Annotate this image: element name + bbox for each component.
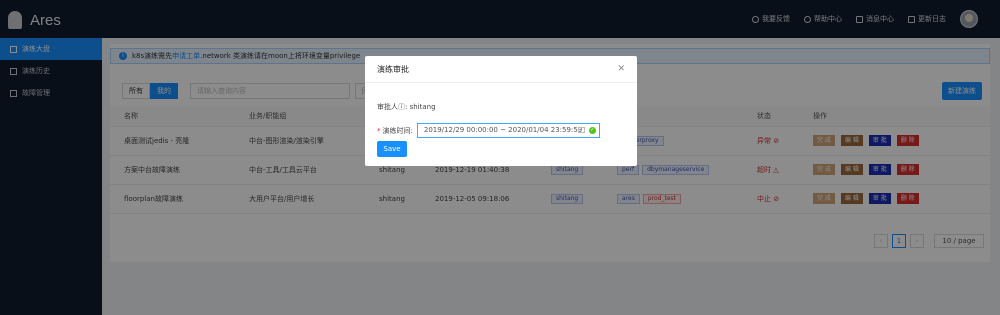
approver-label: 审批人 <box>377 103 398 111</box>
date-range-value: 2019/12/29 00:00:00 ~ 2020/01/04 23:59:5… <box>423 126 583 134</box>
save-button[interactable]: Save <box>377 141 407 157</box>
approver-value: shitang <box>409 103 436 111</box>
calendar-icon <box>577 127 585 133</box>
close-icon[interactable]: ✕ <box>617 64 625 74</box>
check-circle-icon: ✓ <box>588 127 596 134</box>
time-row: * 演练时间: 2019/12/29 00:00:00 ~ 2020/01/04… <box>377 123 600 138</box>
approver-row: 审批人ⓘ: shitang <box>377 102 436 112</box>
required-mark: * <box>377 126 381 135</box>
dialog-title: 演练审批 <box>377 64 409 74</box>
date-range-picker[interactable]: 2019/12/29 00:00:00 ~ 2020/01/04 23:59:5… <box>416 123 600 138</box>
help-icon: ⓘ: <box>398 103 408 111</box>
time-label: 演练时间: <box>382 126 413 135</box>
dialog-header: 演练审批 ✕ <box>365 56 637 83</box>
approval-dialog: 演练审批 ✕ 审批人ⓘ: shitang * 演练时间: 2019/12/29 … <box>365 56 637 166</box>
